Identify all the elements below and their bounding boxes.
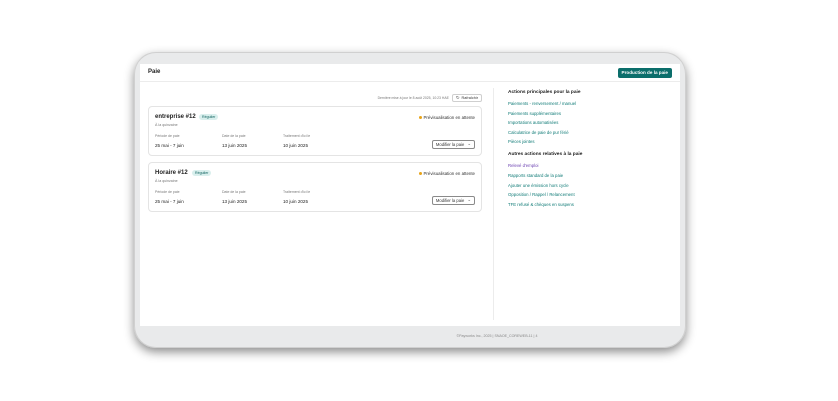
footer-text: ©Payworks Inc., 2025 | SNAOE_COREWEB-11 … [456,334,538,338]
action-link-supplementary-payments[interactable]: Paiements supplémentaires [508,111,668,116]
action-link-record-of-employment[interactable]: Relevé d'emploi [508,163,668,168]
action-link-reversal-manual[interactable]: Paiements - renversement / manuel [508,101,668,106]
modify-payroll-button[interactable]: Modifier la paie ⌄ [431,196,475,205]
other-actions-heading: Autres actions relatives à la paie [508,152,583,158]
refresh-button[interactable]: ↻ Rafraîchir [451,94,482,102]
payroll-status-text: Prévisualisation en attente [423,171,476,176]
chevron-down-icon: ⌄ [467,141,471,147]
column-divider [493,88,494,320]
payroll-list: Dernière mise à jour le 8 août 2025, 10:… [148,94,484,322]
payroll-type-badge: Régulier [199,114,219,120]
payroll-status-text: Prévisualisation en attente [423,115,476,120]
payroll-frequency: À la quinzaine [155,179,178,183]
main-actions-heading: Actions principales pour la paie [508,90,581,95]
processing-value: 10 juin 2025 [283,199,309,204]
pay-date-label: Date de la paie [222,134,246,138]
pay-date-value: 13 juin 2025 [222,199,248,204]
period-label: Période de paie [155,134,180,138]
payroll-status: Prévisualisation en attente [418,115,476,120]
payroll-frequency: À la quinzaine [155,123,178,127]
period-value: 25 mai - 7 juin [155,143,184,148]
payroll-card: Horaire #12 Régulier À la quinzaine Prév… [148,162,482,212]
action-link-rejected-eft[interactable]: TFE refusé & chèques en suspens [508,202,668,207]
pay-date-label: Date de la paie [222,190,246,194]
period-label: Période de paie [155,190,180,194]
status-pending-dot-icon [418,172,422,175]
action-link-automated-imports[interactable]: Importations automatisées [508,120,668,125]
action-link-off-cycle[interactable]: Ajouter une émission hors cycle [508,183,668,188]
processing-value: 10 juin 2025 [283,143,309,148]
action-link-holiday-calculator[interactable]: Calculatrice de paie de pur férié [508,130,668,135]
modify-payroll-label: Modifier la paie [435,198,465,203]
payroll-name: entreprise #12 [155,114,196,120]
modify-payroll-button[interactable]: Modifier la paie ⌄ [431,140,475,149]
last-update-text: Dernière mise à jour le 8 août 2025, 10:… [377,96,449,100]
pay-date-value: 13 juin 2025 [222,143,248,148]
payroll-card: entreprise #12 Régulier À la quinzaine P… [148,106,482,156]
refresh-button-label: Rafraîchir [461,96,478,100]
action-link-attachments[interactable]: Pièces jointes [508,139,668,144]
processing-label: Traitement d'ici le [283,134,311,138]
modify-payroll-label: Modifier la paie [435,142,465,147]
app-screen: Paie Production de la paie Dernière mise… [140,64,680,326]
payroll-status: Prévisualisation en attente [418,171,476,176]
refresh-row: Dernière mise à jour le 8 août 2025, 10:… [378,94,482,102]
top-bar: Paie Production de la paie [140,64,680,82]
actions-sidebar: Actions principales pour la paie Paiemen… [508,90,668,211]
period-value: 25 mai - 7 juin [155,199,184,204]
processing-label: Traitement d'ici le [283,190,311,194]
page-title: Paie [148,69,161,75]
action-link-standard-reports[interactable]: Rapports standard de la paie [508,173,668,178]
refresh-icon: ↻ [455,94,460,100]
action-link-stop-recall-reissue[interactable]: Opposition / Rappel / Relancement [508,192,668,197]
status-pending-dot-icon [418,116,422,119]
chevron-down-icon: ⌄ [467,197,471,203]
payroll-name: Horaire #12 [155,170,188,176]
production-payroll-button[interactable]: Production de la paie [617,68,672,78]
payroll-type-badge: Régulier [192,170,212,176]
